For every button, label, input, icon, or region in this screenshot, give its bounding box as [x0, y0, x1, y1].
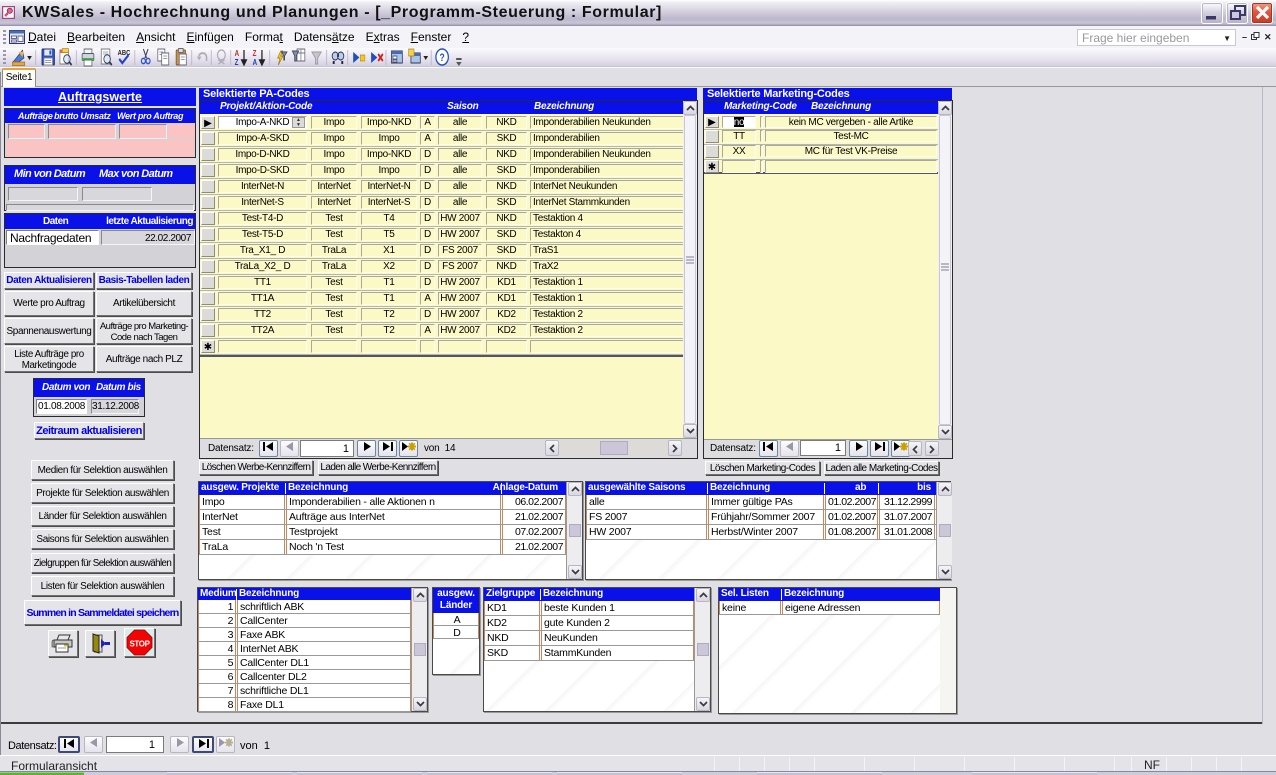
- svg-text:Z: Z: [253, 49, 257, 58]
- svg-text:?: ?: [439, 52, 444, 64]
- svg-text:Z: Z: [235, 58, 239, 67]
- svg-text:A: A: [235, 49, 239, 58]
- svg-text:A: A: [253, 58, 257, 67]
- svg-text:STOP: STOP: [130, 639, 151, 649]
